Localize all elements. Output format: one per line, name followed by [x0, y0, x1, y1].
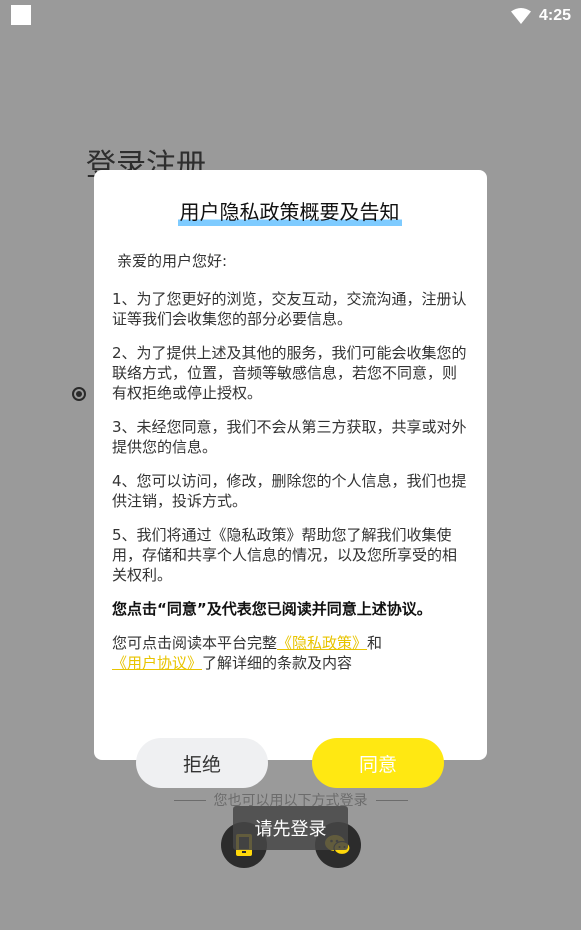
agree-button[interactable]: 同意 [312, 738, 444, 788]
policy-paragraph-5: 5、我们将通过《隐私政策》帮助您了解我们收集使用，存储和共享个人信息的情况，以及… [112, 526, 458, 584]
policy-paragraph-4: 4、您可以访问，修改，删除您的个人信息，我们也提供注销，投诉方式。 [112, 472, 467, 510]
privacy-dialog: 用户隐私政策概要及告知 亲爱的用户您好: 1、为了您更好的浏览，交友互动，交流沟… [94, 170, 487, 760]
footer-prefix: 您可点击阅读本平台完整 [112, 634, 278, 652]
privacy-policy-link[interactable]: 《隐私政策》 [277, 634, 367, 652]
status-right: 4:25 [510, 4, 571, 28]
footer-suffix: 了解详细的条款及内容 [202, 654, 353, 672]
wifi-icon [510, 8, 531, 24]
status-time: 4:25 [538, 7, 571, 24]
policy-paragraph-3: 3、未经您同意，我们不会从第三方获取，共享或对外提供您的信息。 [112, 418, 467, 456]
login-toast: 请先登录 [233, 806, 348, 850]
user-agreement-link[interactable]: 《用户协议》 [112, 654, 202, 672]
policy-paragraph-2: 2、为了提供上述及其他的服务，我们可能会收集您的联络方式，位置，音频等敏感信息，… [112, 344, 467, 402]
footer-conj: 和 [367, 634, 383, 652]
policy-paragraph-1: 1、为了您更好的浏览，交友互动，交流沟通，注册认证等我们会收集您的部分必要信息。 [112, 290, 467, 328]
greeting: 亲爱的用户您好: [117, 252, 228, 270]
reject-button[interactable]: 拒绝 [136, 738, 268, 788]
dialog-title: 用户隐私政策概要及告知 [177, 196, 402, 226]
screen: 4:25 登录注册 您也可以用以下方式登录 请先登录 用户隐私政策概要及告知 亲… [0, 0, 581, 930]
divider-line-left [173, 799, 206, 801]
divider-line-right [375, 799, 408, 801]
dialog-title-wrap: 用户隐私政策概要及告知 [112, 196, 467, 226]
agreement-footer: 您可点击阅读本平台完整《隐私政策》和《用户协议》了解详细的条款及内容 [112, 633, 467, 673]
consent-text: 您点击“同意”及代表您已阅读并同意上述协议。 [112, 600, 432, 618]
agreement-radio[interactable] [72, 387, 86, 401]
notification-icon [11, 5, 31, 25]
status-bar: 4:25 [0, 0, 581, 32]
